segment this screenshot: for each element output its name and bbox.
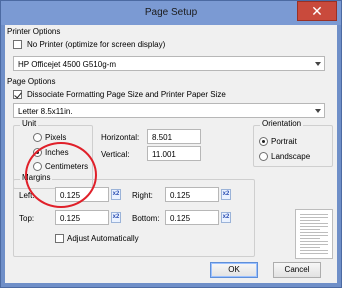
unit-group-label: Unit bbox=[20, 119, 39, 128]
preview-line bbox=[300, 214, 328, 215]
chevron-down-icon[interactable] bbox=[314, 60, 322, 68]
orientation-portrait-radio[interactable] bbox=[259, 137, 268, 146]
horizontal-value: 8.501 bbox=[152, 133, 173, 142]
margin-right-input[interactable]: 0.125 bbox=[165, 187, 219, 202]
orientation-landscape-label[interactable]: Landscape bbox=[271, 152, 310, 161]
margin-left-unit-button[interactable]: x2 bbox=[111, 189, 121, 200]
margin-top-label: Top: bbox=[19, 214, 35, 223]
margin-top-value: 0.125 bbox=[60, 214, 81, 223]
unit-pixels-label[interactable]: Pixels bbox=[45, 133, 66, 142]
ok-button[interactable]: OK bbox=[210, 262, 258, 278]
margin-top-unit-button[interactable]: x2 bbox=[111, 212, 121, 223]
orientation-portrait-label[interactable]: Portrait bbox=[271, 137, 297, 146]
margin-right-unit-button[interactable]: x2 bbox=[221, 189, 231, 200]
preview-line bbox=[300, 220, 320, 221]
title-bar[interactable]: Page Setup ✕ bbox=[1, 1, 341, 25]
unit-pixels-radio[interactable] bbox=[33, 133, 42, 142]
horizontal-label: Horizontal: bbox=[101, 133, 140, 142]
preview-line bbox=[300, 223, 328, 224]
dissociate-label[interactable]: Dissociate Formatting Page Size and Prin… bbox=[27, 90, 226, 99]
margin-bottom-unit-button[interactable]: x2 bbox=[221, 212, 231, 223]
preview-line bbox=[300, 244, 328, 245]
unit-toggle-icon: x2 bbox=[222, 214, 230, 220]
vertical-input[interactable]: 11.001 bbox=[147, 146, 201, 161]
margin-right-value: 0.125 bbox=[170, 191, 191, 200]
dialog-body: Printer Options No Printer (optimize for… bbox=[5, 25, 337, 283]
printer-select[interactable]: HP Officejet 4500 G510g-m bbox=[13, 56, 325, 71]
preview-line bbox=[300, 247, 320, 248]
page-setup-window: Page Setup ✕ Printer Options No Printer … bbox=[0, 0, 342, 288]
paper-size-select-value: Letter 8.5x11in. bbox=[18, 107, 73, 116]
paper-size-select[interactable]: Letter 8.5x11in. bbox=[13, 103, 325, 118]
orientation-group-label: Orientation bbox=[260, 119, 304, 128]
no-printer-checkbox[interactable] bbox=[13, 40, 22, 49]
page-options-label: Page Options bbox=[7, 77, 56, 86]
dissociate-checkbox[interactable] bbox=[13, 90, 22, 99]
unit-toggle-icon: x2 bbox=[222, 191, 230, 197]
no-printer-label[interactable]: No Printer (optimize for screen display) bbox=[27, 40, 165, 49]
close-button[interactable]: ✕ bbox=[297, 1, 337, 21]
margin-bottom-label: Bottom: bbox=[132, 214, 160, 223]
highlight-ring bbox=[25, 142, 97, 208]
adjust-automatically-checkbox[interactable] bbox=[55, 234, 64, 243]
cancel-button[interactable]: Cancel bbox=[273, 262, 321, 278]
printer-options-label: Printer Options bbox=[7, 27, 61, 36]
preview-line bbox=[300, 226, 328, 227]
printer-select-value: HP Officejet 4500 G510g-m bbox=[18, 60, 116, 69]
chevron-down-icon[interactable] bbox=[314, 107, 322, 115]
margin-bottom-value: 0.125 bbox=[170, 214, 191, 223]
margin-bottom-input[interactable]: 0.125 bbox=[165, 210, 219, 225]
preview-line bbox=[300, 229, 320, 230]
window-title: Page Setup bbox=[144, 7, 198, 18]
preview-line bbox=[300, 250, 328, 251]
preview-line bbox=[300, 253, 328, 254]
horizontal-input[interactable]: 8.501 bbox=[147, 129, 201, 144]
preview-line bbox=[300, 241, 328, 242]
margin-top-input[interactable]: 0.125 bbox=[55, 210, 109, 225]
vertical-value: 11.001 bbox=[152, 150, 176, 159]
preview-line bbox=[300, 232, 328, 233]
preview-line bbox=[300, 235, 328, 236]
close-icon: ✕ bbox=[311, 3, 323, 19]
margin-right-label: Right: bbox=[132, 191, 153, 200]
adjust-automatically-label[interactable]: Adjust Automatically bbox=[67, 234, 139, 243]
unit-toggle-icon: x2 bbox=[112, 191, 120, 197]
orientation-landscape-radio[interactable] bbox=[259, 152, 268, 161]
preview-line bbox=[300, 217, 328, 218]
preview-line bbox=[300, 238, 320, 239]
page-preview bbox=[295, 209, 337, 263]
unit-toggle-icon: x2 bbox=[112, 214, 120, 220]
vertical-label: Vertical: bbox=[101, 150, 130, 159]
